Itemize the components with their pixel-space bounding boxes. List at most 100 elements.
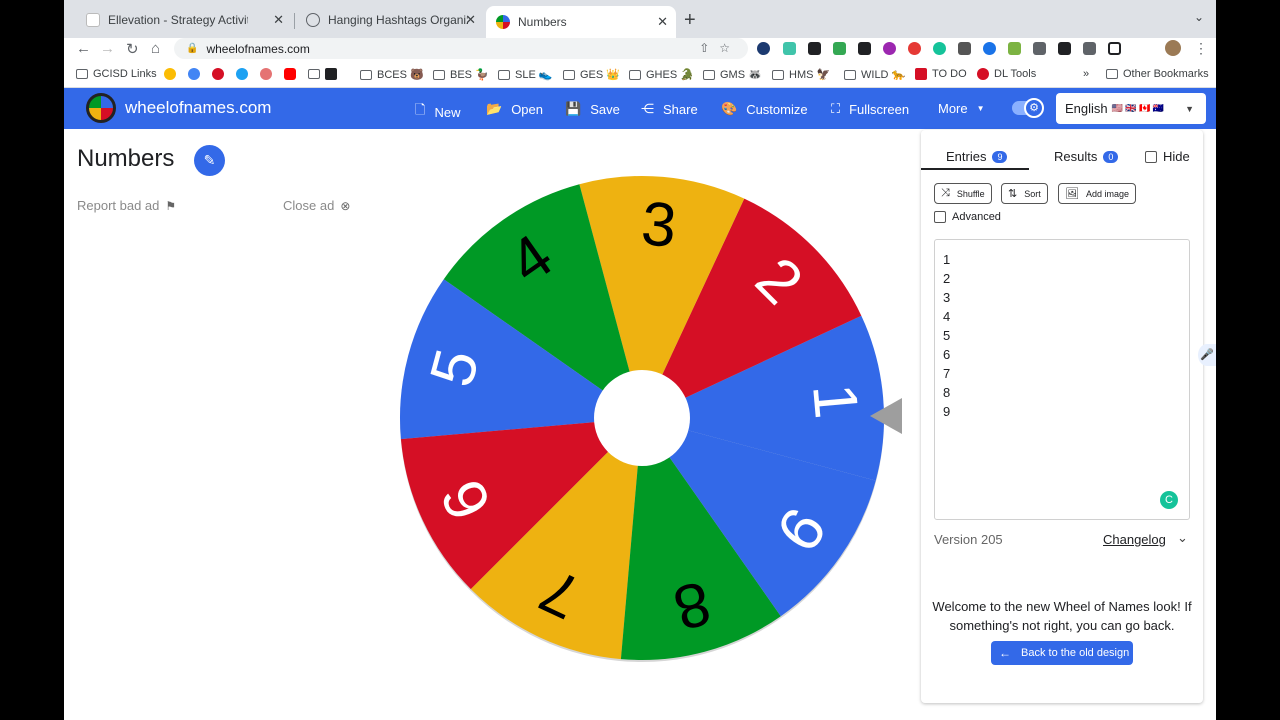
- bookmark-shortcuts[interactable]: [164, 68, 339, 80]
- tab-hashtags[interactable]: Hanging Hashtags Organizer ✕: [296, 6, 484, 34]
- entry-line: 4: [943, 309, 951, 324]
- extension-icon[interactable]: [808, 42, 821, 55]
- open-label: Open: [511, 101, 543, 117]
- close-icon[interactable]: ✕: [273, 12, 284, 28]
- spin-wheel[interactable]: 1234567 89: [397, 173, 887, 663]
- share-label: Share: [663, 101, 698, 117]
- tab-entries[interactable]: Entries 9: [946, 149, 1008, 164]
- google-sheets-icon: [86, 13, 100, 27]
- pencil-icon: ✎: [203, 152, 216, 168]
- new-label: New: [434, 104, 461, 120]
- entries-textarea[interactable]: 1 2 3 4 5 6 7 8 9 C: [934, 239, 1190, 520]
- extension-icon[interactable]: [1033, 42, 1046, 55]
- open-button[interactable]: 📂 Open: [486, 101, 543, 117]
- version-label: Version 205: [934, 532, 1003, 547]
- bookmark-wild[interactable]: WILD 🐆: [844, 68, 905, 81]
- bookmark-sle[interactable]: SLE 👟: [498, 68, 553, 81]
- close-icon[interactable]: ✕: [657, 14, 668, 30]
- bookmark-bes[interactable]: BES 🦆: [433, 68, 489, 81]
- address-bar[interactable]: 🔒 wheelofnames.com ⇧☆: [174, 38, 748, 59]
- fullscreen-button[interactable]: ⛶ Fullscreen: [831, 101, 909, 117]
- tab-title: Ellevation - Strategy Activity D: [108, 13, 248, 27]
- close-icon[interactable]: ✕: [465, 12, 476, 28]
- back-icon[interactable]: ←: [76, 40, 91, 57]
- extension-icon[interactable]: [783, 42, 796, 55]
- tab-separator: [294, 13, 295, 29]
- forward-icon[interactable]: →: [100, 40, 115, 57]
- tab-search-icon[interactable]: ⌄: [1194, 10, 1204, 24]
- bookmark-todo[interactable]: TO DO: [915, 68, 967, 80]
- side-panel-icon[interactable]: [1108, 42, 1121, 55]
- extension-icon[interactable]: [983, 42, 996, 55]
- more-button[interactable]: More ▼: [938, 101, 985, 116]
- todo-icon: [915, 68, 927, 80]
- monitor-icon: [325, 68, 337, 80]
- close-ad-link[interactable]: Close ad ⊗: [283, 198, 350, 213]
- tab-numbers[interactable]: Numbers ✕: [486, 6, 676, 38]
- extension-icon[interactable]: [958, 42, 971, 55]
- new-button[interactable]: 🗋 New: [415, 101, 460, 123]
- bookmarks-overflow-icon[interactable]: »: [1083, 68, 1089, 80]
- tab-results[interactable]: Results 0: [1054, 149, 1119, 164]
- folder-open-icon: 📂: [486, 101, 503, 116]
- home-icon[interactable]: ⌂: [151, 40, 160, 57]
- advanced-checkbox[interactable]: Advanced: [934, 211, 1001, 223]
- bookmark-ges[interactable]: GES 👑: [563, 68, 620, 81]
- site-name[interactable]: wheelofnames.com: [125, 98, 271, 118]
- flag-icon: ⚑: [165, 198, 177, 213]
- language-select[interactable]: English 🇺🇸 🇬🇧 🇨🇦 🇦🇺 ▼: [1056, 93, 1206, 124]
- save-button[interactable]: 💾 Save: [565, 101, 620, 117]
- folder-icon: [563, 69, 575, 80]
- tab-ellevation[interactable]: Ellevation - Strategy Activity D ✕: [76, 6, 292, 34]
- shuffle-button[interactable]: ⤨ Shuffle: [934, 183, 992, 204]
- dark-mode-toggle[interactable]: ⚙: [1012, 98, 1044, 118]
- more-label: More: [938, 101, 968, 116]
- extension-icon[interactable]: [858, 42, 871, 55]
- extension-icon[interactable]: [833, 42, 846, 55]
- hide-checkbox[interactable]: Hide: [1145, 149, 1190, 164]
- omnibox-actions[interactable]: ⇧☆: [699, 41, 740, 55]
- bookmark-bces[interactable]: BCES 🐻: [360, 68, 424, 81]
- bookmark-gcisd-links[interactable]: GCISD Links: [76, 68, 157, 80]
- back-to-old-design-button[interactable]: ← Back to the old design: [991, 641, 1133, 665]
- image-icon: 🖼: [1065, 188, 1079, 200]
- extension-icon[interactable]: [933, 42, 946, 55]
- youtube-icon: [284, 68, 296, 80]
- wheel-logo-icon[interactable]: [86, 93, 116, 123]
- customize-button[interactable]: 🎨 Customize: [721, 101, 808, 117]
- caret-down-icon: ▼: [1185, 103, 1194, 114]
- extension-icon[interactable]: [757, 42, 770, 55]
- new-tab-icon[interactable]: +: [684, 9, 696, 32]
- changelog-link[interactable]: Changelog: [1103, 532, 1166, 547]
- add-image-button[interactable]: 🖼 Add image: [1058, 183, 1136, 204]
- edit-title-button[interactable]: ✎: [194, 145, 225, 176]
- extension-icon[interactable]: [908, 42, 921, 55]
- chevron-down-icon[interactable]: ⌄: [1177, 530, 1188, 546]
- extension-icon[interactable]: [883, 42, 896, 55]
- lock-icon: 🔒: [186, 43, 199, 54]
- bookmark-ghes[interactable]: GHES 🐊: [629, 68, 694, 81]
- wheel-center-hub[interactable]: [594, 370, 690, 466]
- wheel-favicon-icon: [496, 15, 510, 29]
- extension-icon[interactable]: [1008, 42, 1021, 55]
- reload-icon[interactable]: ↻: [126, 40, 139, 58]
- entry-line: 1: [943, 252, 951, 267]
- grammarly-icon[interactable]: C: [1160, 491, 1178, 509]
- sort-label: Sort: [1024, 188, 1041, 199]
- bookmark-hms[interactable]: HMS 🦅: [772, 68, 830, 81]
- bookmark-label: SLE 👟: [515, 69, 553, 81]
- bookmark-dl-tools[interactable]: DL Tools: [977, 68, 1036, 80]
- bookmark-gms[interactable]: GMS 🦝: [703, 68, 762, 81]
- puzzle-icon[interactable]: [1058, 42, 1071, 55]
- twitter-icon: [236, 68, 248, 80]
- bookmark-other[interactable]: Other Bookmarks: [1106, 68, 1209, 80]
- report-bad-ad-link[interactable]: Report bad ad ⚑: [77, 198, 176, 213]
- reading-list-icon[interactable]: [1083, 42, 1096, 55]
- pinwheel-icon: [260, 68, 272, 80]
- profile-avatar[interactable]: [1165, 40, 1181, 56]
- shuffle-icon: ⤨: [941, 187, 950, 199]
- share-button[interactable]: ⋲ Share: [641, 101, 698, 117]
- microphone-icon[interactable]: 🎤: [1198, 344, 1216, 366]
- sort-button[interactable]: ⇅ Sort: [1001, 183, 1048, 204]
- browser-menu-icon[interactable]: ⋮: [1194, 40, 1208, 57]
